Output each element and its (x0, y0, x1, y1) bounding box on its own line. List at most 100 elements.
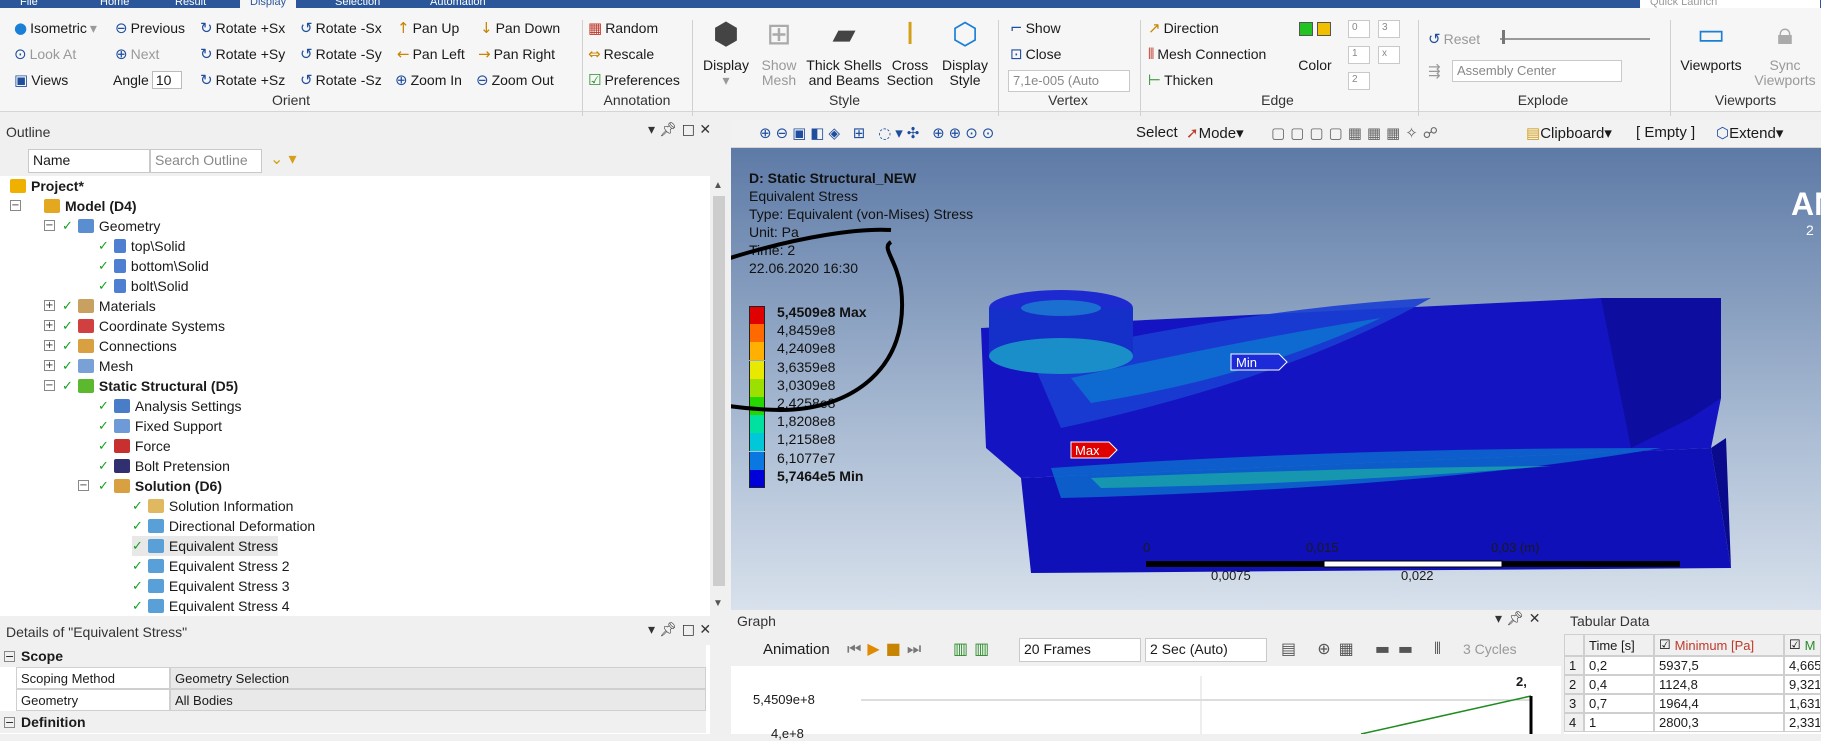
table-cell[interactable]: 5937,5 (1654, 656, 1784, 675)
show-mesh-button[interactable]: ⊞ Show Mesh (756, 16, 802, 88)
display-style-button[interactable]: ⬡ Display Style (938, 16, 992, 88)
edge-option-2[interactable]: 2 (1348, 72, 1370, 90)
pan-down-button[interactable]: ↓ Pan Down (480, 17, 560, 39)
frames-dropdown[interactable]: 20 Frames (1019, 638, 1141, 662)
pan-up-button[interactable]: ↑ Pan Up (397, 17, 459, 39)
rotate-msx-button[interactable]: ↺ Rotate -Sx (300, 17, 382, 39)
details-value-geometry[interactable]: All Bodies (170, 689, 706, 711)
view-tool-icons[interactable]: ⊕⊖▣◧◈ ⊞ ◌▾✣ ⊕⊕⊙⊙ (759, 124, 998, 142)
rotate-msy-button[interactable]: ↺ Rotate -Sy (300, 43, 382, 65)
collapse-icon[interactable]: − (4, 716, 15, 728)
tree-node-bolt-solid[interactable]: ✓ bolt\Solid (98, 276, 189, 296)
tree-node-equivalent-stress-3[interactable]: ✓ Equivalent Stress 3 (132, 576, 290, 596)
zoom-out-button[interactable]: ⊖ Zoom Out (476, 69, 554, 91)
outline-search-input[interactable]: Search Outline (150, 149, 262, 173)
color-button[interactable]: Color (1290, 22, 1340, 73)
rotate-psy-button[interactable]: ↻ Rotate +Sy (200, 43, 285, 65)
tree-node-equivalent-stress-2[interactable]: ✓ Equivalent Stress 2 (132, 556, 290, 576)
assembly-center-dropdown[interactable]: Assembly Center (1452, 60, 1622, 82)
collapse-icon[interactable]: − (4, 650, 15, 662)
table-cell[interactable]: 0,2 (1584, 656, 1654, 675)
pin-icon[interactable]: 📌︎ (659, 122, 677, 138)
pan-right-button[interactable]: → Pan Right (478, 43, 555, 65)
collapse-toggle[interactable]: − (78, 480, 89, 491)
zoom-in-button[interactable]: ⊕ Zoom In (395, 69, 462, 91)
tree-node-materials[interactable]: ✓ Materials (62, 296, 156, 316)
tree-node-analysis-settings[interactable]: ✓ Analysis Settings (98, 396, 242, 416)
tree-node-solution-information[interactable]: ✓ Solution Information (132, 496, 293, 516)
details-value-scoping-method[interactable]: Geometry Selection (170, 667, 706, 689)
tree-node-equivalent-stress-4[interactable]: ✓ Equivalent Stress 4 (132, 596, 290, 616)
collapse-toggle[interactable]: − (10, 200, 21, 211)
row-index-cell[interactable]: 1 (1564, 656, 1584, 675)
close-icon[interactable]: ✕ (699, 622, 711, 638)
row-index-cell[interactable]: 3 (1564, 694, 1584, 713)
pan-left-button[interactable]: ← Pan Left (397, 43, 465, 65)
cross-section-button[interactable]: Ⅰ Cross Section (884, 16, 936, 88)
tab-display[interactable]: Display (240, 0, 297, 8)
dropdown-icon[interactable]: ▾ (1495, 611, 1502, 627)
close-icon[interactable]: ✕ (699, 122, 711, 138)
expand-toggle[interactable]: + (44, 360, 55, 371)
reset-explode-button[interactable]: ↺ Reset (1428, 28, 1480, 50)
maximize-icon[interactable]: □ (682, 122, 695, 138)
tree-node-project[interactable]: Project* (10, 176, 84, 196)
table-cell[interactable]: 2,3314 (1784, 713, 1821, 732)
tabular-grid[interactable]: Time [s] ☑ Minimum [Pa] ☑ M 1 0,2 5937,5 4,66… (1564, 634, 1821, 734)
selection-filter-icons[interactable]: ▢▢▢▢▦▦▦✧☍ (1271, 124, 1443, 142)
scroll-down-icon[interactable]: ▼ (713, 598, 723, 609)
mode-dropdown[interactable]: ➚Mode▾ (1186, 124, 1244, 142)
expand-toggle[interactable]: + (44, 340, 55, 351)
tree-node-bottom-solid[interactable]: ✓ bottom\Solid (98, 256, 209, 276)
pin-icon[interactable]: 📌︎ (1506, 611, 1524, 627)
tab-home[interactable]: Home (90, 0, 139, 8)
tree-node-mesh[interactable]: ✓ Mesh (62, 356, 133, 376)
play-icon[interactable]: ▶︎ (867, 639, 885, 658)
expand-toggle[interactable]: + (44, 300, 55, 311)
checkbox-icon[interactable]: ☑ (1789, 637, 1801, 653)
direction-button[interactable]: ↗ Direction (1148, 17, 1219, 39)
tree-node-fixed-support[interactable]: ✓ Fixed Support (98, 416, 222, 436)
dropdown-icon[interactable]: ▾ (648, 122, 655, 138)
thicken-button[interactable]: ⊢ Thicken (1148, 69, 1213, 91)
close-icon[interactable]: ✕ (1529, 611, 1541, 627)
mesh-connection-button[interactable]: ⫴ Mesh Connection (1148, 43, 1266, 65)
clipboard-dropdown[interactable]: ▤Clipboard▾ (1526, 124, 1612, 142)
cycles-dropdown[interactable]: 3 Cycles (1463, 641, 1517, 657)
edge-option-x[interactable]: x (1378, 46, 1400, 64)
maximize-icon[interactable]: □ (682, 622, 695, 638)
table-cell[interactable]: 4,6653 (1784, 656, 1821, 675)
collapse-toggle[interactable]: − (44, 380, 55, 391)
checkbox-icon[interactable]: ☑ (1659, 637, 1671, 653)
outline-scrollbar[interactable]: ▲ ▼ (710, 176, 728, 616)
rescale-button[interactable]: ⇔ Rescale (588, 43, 654, 65)
expand-toggle[interactable]: + (44, 320, 55, 331)
table-cell[interactable]: 1 (1584, 713, 1654, 732)
quick-launch-input[interactable]: Quick Launch (1640, 0, 1820, 8)
graph-tool-icons[interactable]: ▤ ⊕▦ ▬▬ ⫴ (1281, 639, 1449, 659)
display-button[interactable]: ⬢ Display ▾ (700, 16, 752, 88)
previous-button[interactable]: ⊖ Previous (115, 17, 185, 39)
scrollbar-thumb[interactable] (713, 196, 725, 586)
edge-option-3[interactable]: 3 (1378, 20, 1400, 38)
pin-icon[interactable]: 📌︎ (659, 622, 677, 638)
dropdown-icon[interactable]: ▾ (648, 622, 655, 638)
table-cell[interactable]: 2800,3 (1654, 713, 1784, 732)
column-header-maximum[interactable]: ☑ M (1784, 634, 1821, 656)
tree-node-model[interactable]: Model (D4) (44, 196, 137, 216)
views-button[interactable]: ▣ Views (14, 69, 68, 91)
next-button[interactable]: ⊕ Next (115, 43, 159, 65)
viewports-button[interactable]: ▭ Viewports (1676, 16, 1746, 73)
details-category-definition[interactable]: − Definition (0, 711, 706, 733)
vertex-tolerance-dropdown[interactable]: 7,1e-005 (Auto (1008, 70, 1130, 92)
tree-node-directional-deformation[interactable]: ✓ Directional Deformation (132, 516, 315, 536)
row-index-cell[interactable]: 4 (1564, 713, 1584, 732)
angle-input[interactable]: 10 (151, 71, 182, 89)
scroll-up-icon[interactable]: ▲ (713, 180, 723, 191)
show-vertex-button[interactable]: ⌐ Show (1010, 17, 1061, 39)
filter-options-chevron-icon[interactable]: ⌄ ▾ (270, 149, 297, 168)
row-index-cell[interactable]: 2 (1564, 675, 1584, 694)
isometric-button[interactable]: ● Isometric ▾ (14, 17, 97, 39)
explode-slider[interactable] (1500, 38, 1650, 40)
table-cell[interactable]: 0,4 (1584, 675, 1654, 694)
